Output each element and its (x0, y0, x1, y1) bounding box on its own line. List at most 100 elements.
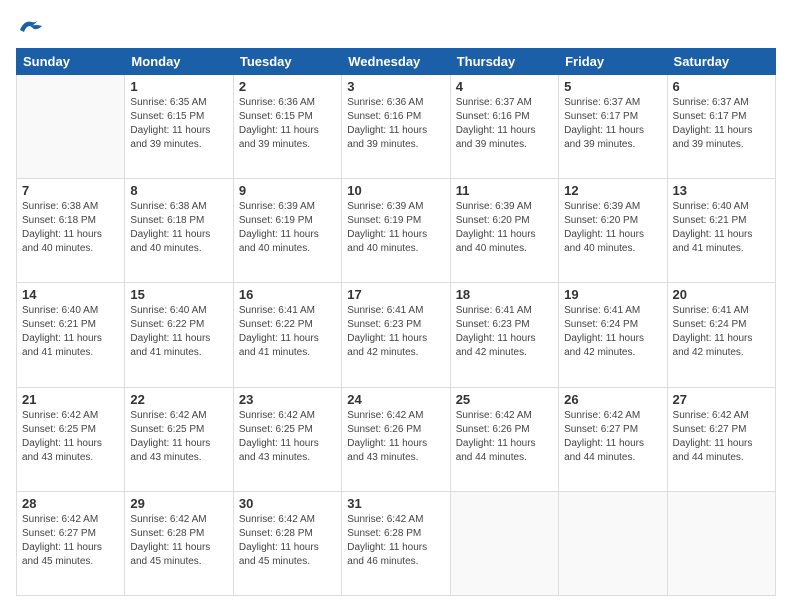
day-info: Sunrise: 6:41 AM Sunset: 6:24 PM Dayligh… (673, 304, 770, 360)
calendar-cell: 18Sunrise: 6:41 AM Sunset: 6:23 PM Dayli… (450, 283, 558, 387)
calendar-cell: 25Sunrise: 6:42 AM Sunset: 6:26 PM Dayli… (450, 387, 558, 491)
day-number: 13 (673, 183, 770, 198)
day-info: Sunrise: 6:39 AM Sunset: 6:19 PM Dayligh… (239, 200, 336, 256)
logo-bird-icon (16, 16, 44, 38)
day-number: 27 (673, 392, 770, 407)
calendar-cell: 6 Sunrise: 6:37 AM Sunset: 6:17 PM Daylig… (667, 75, 775, 179)
calendar-cell: 14 Sunrise: 6:40 AM Sunset: 6:21 PM Dayli… (17, 283, 125, 387)
calendar-cell: 22 Sunrise: 6:42 AM Sunset: 6:25 PM Dayli… (125, 387, 233, 491)
day-number: 5 (564, 79, 661, 94)
calendar-table: SundayMondayTuesdayWednesdayThursdayFrid… (16, 48, 776, 596)
calendar-week-row: 21 Sunrise: 6:42 AM Sunset: 6:25 PM Dayli… (17, 387, 776, 491)
calendar-cell: 5Sunrise: 6:37 AM Sunset: 6:17 PM Daylig… (559, 75, 667, 179)
day-info: Sunrise: 6:37 AM Sunset: 6:17 PM Dayligh… (673, 96, 770, 152)
day-info: Sunrise: 6:42 AM Sunset: 6:26 PM Dayligh… (347, 409, 444, 465)
calendar-cell: 17 Sunrise: 6:41 AM Sunset: 6:23 PM Dayli… (342, 283, 450, 387)
logo (16, 16, 48, 38)
header (16, 16, 776, 38)
calendar-cell: 29 Sunrise: 6:42 AM Sunset: 6:28 PM Dayli… (125, 491, 233, 595)
column-header-monday: Monday (125, 49, 233, 75)
calendar-cell: 30 Sunrise: 6:42 AM Sunset: 6:28 PM Dayli… (233, 491, 341, 595)
day-number: 17 (347, 287, 444, 302)
calendar-cell: 7 Sunrise: 6:38 AM Sunset: 6:18 PM Daylig… (17, 179, 125, 283)
calendar-cell: 10Sunrise: 6:39 AM Sunset: 6:19 PM Dayli… (342, 179, 450, 283)
column-header-tuesday: Tuesday (233, 49, 341, 75)
calendar-cell: 19 Sunrise: 6:41 AM Sunset: 6:24 PM Dayli… (559, 283, 667, 387)
calendar-cell: 4Sunrise: 6:37 AM Sunset: 6:16 PM Daylig… (450, 75, 558, 179)
day-info: Sunrise: 6:35 AM Sunset: 6:15 PM Dayligh… (130, 96, 227, 152)
column-header-wednesday: Wednesday (342, 49, 450, 75)
calendar-cell: 3 Sunrise: 6:36 AM Sunset: 6:16 PM Daylig… (342, 75, 450, 179)
calendar-cell: 15 Sunrise: 6:40 AM Sunset: 6:22 PM Dayli… (125, 283, 233, 387)
calendar-cell (559, 491, 667, 595)
day-info: Sunrise: 6:42 AM Sunset: 6:28 PM Dayligh… (130, 513, 227, 569)
day-number: 2 (239, 79, 336, 94)
calendar-cell: 20 Sunrise: 6:41 AM Sunset: 6:24 PM Dayli… (667, 283, 775, 387)
day-info: Sunrise: 6:42 AM Sunset: 6:27 PM Dayligh… (673, 409, 770, 465)
day-number: 7 (22, 183, 119, 198)
calendar-cell: 27 Sunrise: 6:42 AM Sunset: 6:27 PM Dayli… (667, 387, 775, 491)
day-info: Sunrise: 6:42 AM Sunset: 6:25 PM Dayligh… (239, 409, 336, 465)
day-number: 19 (564, 287, 661, 302)
column-header-thursday: Thursday (450, 49, 558, 75)
day-info: Sunrise: 6:39 AM Sunset: 6:20 PM Dayligh… (456, 200, 553, 256)
calendar-week-row: 7 Sunrise: 6:38 AM Sunset: 6:18 PM Daylig… (17, 179, 776, 283)
day-info: Sunrise: 6:37 AM Sunset: 6:16 PM Dayligh… (456, 96, 553, 152)
day-number: 3 (347, 79, 444, 94)
column-header-saturday: Saturday (667, 49, 775, 75)
day-number: 30 (239, 496, 336, 511)
day-number: 21 (22, 392, 119, 407)
day-number: 31 (347, 496, 444, 511)
page: SundayMondayTuesdayWednesdayThursdayFrid… (0, 0, 792, 612)
day-info: Sunrise: 6:42 AM Sunset: 6:28 PM Dayligh… (347, 513, 444, 569)
day-number: 15 (130, 287, 227, 302)
calendar-cell: 9 Sunrise: 6:39 AM Sunset: 6:19 PM Daylig… (233, 179, 341, 283)
day-number: 16 (239, 287, 336, 302)
day-number: 22 (130, 392, 227, 407)
calendar-cell: 1 Sunrise: 6:35 AM Sunset: 6:15 PM Daylig… (125, 75, 233, 179)
calendar-cell: 24Sunrise: 6:42 AM Sunset: 6:26 PM Dayli… (342, 387, 450, 491)
column-header-sunday: Sunday (17, 49, 125, 75)
calendar-cell: 12 Sunrise: 6:39 AM Sunset: 6:20 PM Dayli… (559, 179, 667, 283)
calendar-cell: 28 Sunrise: 6:42 AM Sunset: 6:27 PM Dayli… (17, 491, 125, 595)
column-header-friday: Friday (559, 49, 667, 75)
day-info: Sunrise: 6:41 AM Sunset: 6:23 PM Dayligh… (347, 304, 444, 360)
day-number: 1 (130, 79, 227, 94)
calendar-cell: 2 Sunrise: 6:36 AM Sunset: 6:15 PM Daylig… (233, 75, 341, 179)
calendar-cell: 8 Sunrise: 6:38 AM Sunset: 6:18 PM Daylig… (125, 179, 233, 283)
calendar-week-row: 28 Sunrise: 6:42 AM Sunset: 6:27 PM Dayli… (17, 491, 776, 595)
calendar-cell (450, 491, 558, 595)
day-info: Sunrise: 6:41 AM Sunset: 6:22 PM Dayligh… (239, 304, 336, 360)
day-number: 26 (564, 392, 661, 407)
day-number: 8 (130, 183, 227, 198)
day-info: Sunrise: 6:39 AM Sunset: 6:20 PM Dayligh… (564, 200, 661, 256)
day-info: Sunrise: 6:36 AM Sunset: 6:16 PM Dayligh… (347, 96, 444, 152)
day-info: Sunrise: 6:36 AM Sunset: 6:15 PM Dayligh… (239, 96, 336, 152)
day-number: 12 (564, 183, 661, 198)
calendar-cell: 16 Sunrise: 6:41 AM Sunset: 6:22 PM Dayli… (233, 283, 341, 387)
day-info: Sunrise: 6:42 AM Sunset: 6:27 PM Dayligh… (22, 513, 119, 569)
day-info: Sunrise: 6:42 AM Sunset: 6:25 PM Dayligh… (22, 409, 119, 465)
day-number: 29 (130, 496, 227, 511)
day-number: 6 (673, 79, 770, 94)
day-info: Sunrise: 6:40 AM Sunset: 6:22 PM Dayligh… (130, 304, 227, 360)
day-number: 9 (239, 183, 336, 198)
calendar-week-row: 14 Sunrise: 6:40 AM Sunset: 6:21 PM Dayli… (17, 283, 776, 387)
calendar-cell: 13Sunrise: 6:40 AM Sunset: 6:21 PM Dayli… (667, 179, 775, 283)
day-number: 20 (673, 287, 770, 302)
calendar-cell: 11 Sunrise: 6:39 AM Sunset: 6:20 PM Dayli… (450, 179, 558, 283)
day-info: Sunrise: 6:42 AM Sunset: 6:25 PM Dayligh… (130, 409, 227, 465)
day-info: Sunrise: 6:38 AM Sunset: 6:18 PM Dayligh… (22, 200, 119, 256)
day-number: 23 (239, 392, 336, 407)
calendar-week-row: 1 Sunrise: 6:35 AM Sunset: 6:15 PM Daylig… (17, 75, 776, 179)
day-info: Sunrise: 6:40 AM Sunset: 6:21 PM Dayligh… (22, 304, 119, 360)
calendar-cell: 21 Sunrise: 6:42 AM Sunset: 6:25 PM Dayli… (17, 387, 125, 491)
day-info: Sunrise: 6:42 AM Sunset: 6:27 PM Dayligh… (564, 409, 661, 465)
day-number: 28 (22, 496, 119, 511)
day-info: Sunrise: 6:42 AM Sunset: 6:28 PM Dayligh… (239, 513, 336, 569)
day-number: 14 (22, 287, 119, 302)
day-number: 11 (456, 183, 553, 198)
day-info: Sunrise: 6:41 AM Sunset: 6:24 PM Dayligh… (564, 304, 661, 360)
day-info: Sunrise: 6:38 AM Sunset: 6:18 PM Dayligh… (130, 200, 227, 256)
calendar-cell (17, 75, 125, 179)
